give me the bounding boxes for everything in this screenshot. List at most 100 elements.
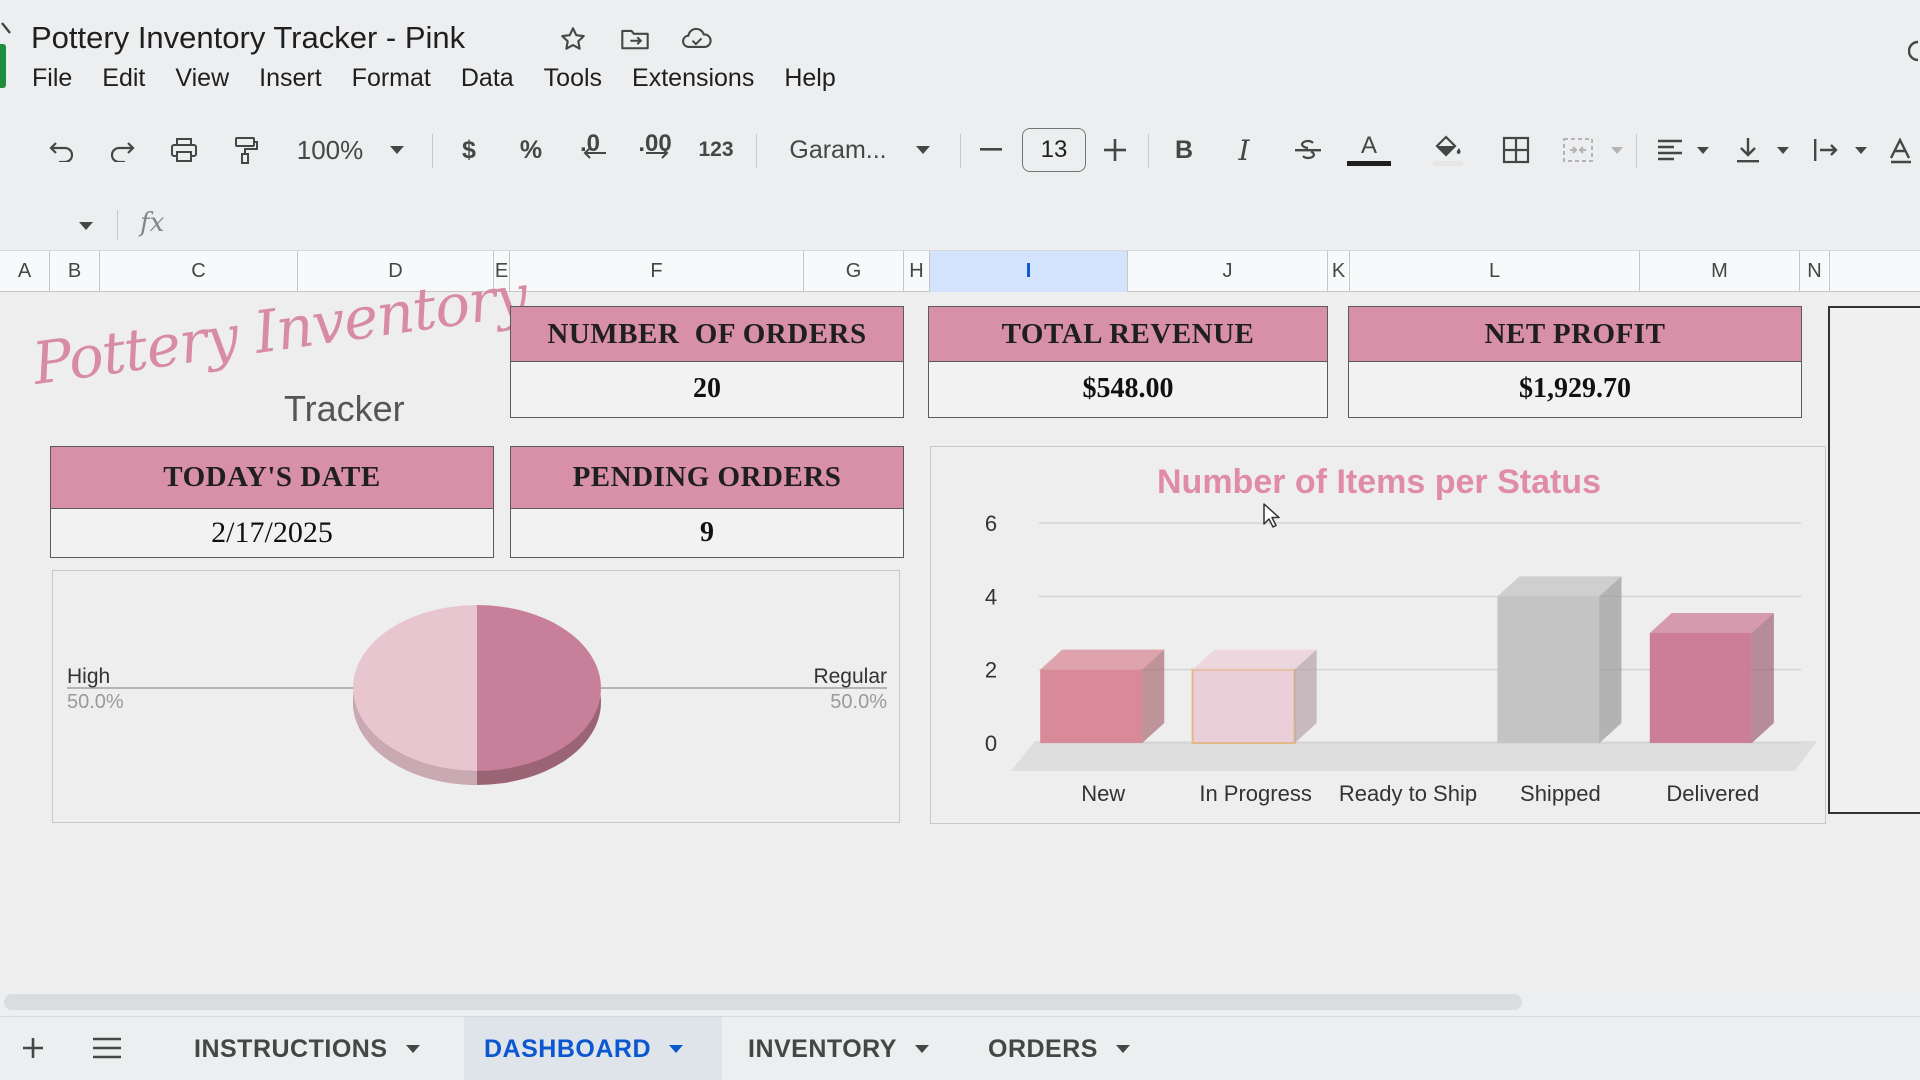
text-color-letter: A (1360, 132, 1377, 159)
status-bar-chart[interactable]: Number of Items per Status 0 2 4 6 New In Pr… (930, 446, 1826, 824)
logo-subtitle: Tracker (284, 388, 405, 429)
tab-instructions[interactable]: INSTRUCTIONS (174, 1017, 440, 1080)
pie-label-regular: Regular (813, 665, 887, 688)
menu-view[interactable]: View (175, 64, 229, 93)
menu-edit[interactable]: Edit (102, 64, 145, 93)
history-icon[interactable] (1907, 36, 1920, 66)
star-icon[interactable] (556, 22, 590, 56)
column-header-j[interactable]: J (1128, 251, 1328, 292)
bar-chart-title: Number of Items per Status (1157, 463, 1601, 501)
bar-new[interactable] (1040, 669, 1143, 743)
pie-slice-high[interactable] (353, 605, 477, 771)
tab-caret-icon[interactable] (405, 1045, 420, 1053)
kpi-revenue-value: $548.00 (1082, 373, 1174, 404)
column-header-a[interactable]: A (0, 251, 50, 292)
fill-color-icon[interactable] (1428, 122, 1468, 178)
align-caret-icon[interactable] (1692, 122, 1714, 178)
tracker-logo: Pottery Inventory Tracker (29, 261, 532, 430)
more-formats-button[interactable]: 123 (694, 122, 738, 178)
column-header-m[interactable]: M (1640, 251, 1800, 292)
valign-caret-icon[interactable] (1772, 122, 1794, 178)
menu-insert[interactable]: Insert (259, 64, 322, 93)
redo-icon[interactable] (102, 122, 142, 178)
currency-format-button[interactable]: $ (454, 122, 484, 178)
menu-data[interactable]: Data (461, 64, 514, 93)
bar-delivered[interactable] (1649, 633, 1752, 743)
font-family-select[interactable]: Garam... (782, 122, 894, 178)
column-header-k[interactable]: K (1328, 251, 1350, 292)
document-title[interactable]: Pottery Inventory Tracker - Pink (31, 20, 465, 56)
merge-cells-icon[interactable] (1558, 122, 1598, 178)
text-color-button[interactable]: A (1346, 122, 1392, 178)
tab-inventory[interactable]: INVENTORY (728, 1017, 949, 1080)
menu-format[interactable]: Format (352, 64, 431, 93)
print-icon[interactable] (164, 122, 204, 178)
bar-y-ticks: 0 2 4 6 (985, 511, 997, 756)
merge-caret-icon[interactable] (1604, 122, 1630, 178)
increase-font-size-icon[interactable] (1100, 122, 1130, 178)
arrow-right-icon (642, 138, 672, 168)
move-folder-icon[interactable] (618, 22, 652, 56)
tab-caret-icon[interactable] (914, 1045, 929, 1053)
tab-caret-icon[interactable] (1115, 1045, 1130, 1053)
bar-side-ready-to-ship (1447, 723, 1469, 743)
column-header-i[interactable]: I (930, 251, 1128, 292)
menu-help[interactable]: Help (784, 64, 835, 93)
name-box-caret-icon[interactable] (78, 218, 94, 236)
tab-caret-icon[interactable] (669, 1045, 683, 1053)
vertical-align-icon[interactable] (1730, 122, 1766, 178)
bar-in-progress[interactable] (1191, 668, 1296, 745)
bar-x-ticks: New In Progress Ready to Ship Shipped Delive… (1081, 781, 1759, 806)
sheet-grid[interactable]: Pottery Inventory Tracker NUMBER OF ORDE… (0, 261, 1920, 992)
tab-orders[interactable]: ORDERS (968, 1017, 1150, 1080)
all-sheets-icon[interactable] (90, 1031, 124, 1065)
column-header-c[interactable]: C (100, 251, 298, 292)
bar-shipped[interactable] (1497, 596, 1600, 743)
bar-marks (1040, 576, 1774, 745)
bar-x-tick-ready-to-ship: Ready to Ship (1339, 781, 1477, 806)
kpi-date-value: 2/17/2025 (211, 515, 333, 549)
bar-y-tick-label: 6 (985, 511, 997, 536)
strikethrough-icon[interactable] (1290, 122, 1326, 178)
column-header-g[interactable]: G (804, 251, 904, 292)
horizontal-align-icon[interactable] (1652, 122, 1688, 178)
text-rotation-icon[interactable] (1886, 122, 1916, 178)
zoom-select[interactable]: 100% (290, 122, 370, 178)
tab-dashboard[interactable]: DASHBOARD (464, 1017, 722, 1080)
wrap-caret-icon[interactable] (1850, 122, 1872, 178)
decrease-font-size-icon[interactable] (976, 122, 1006, 178)
borders-icon[interactable] (1496, 122, 1536, 178)
search-menus-icon[interactable] (0, 0, 14, 56)
kpi-pending-label: PENDING ORDERS (511, 447, 903, 509)
kpi-date: TODAY'S DATE 2/17/2025 (50, 446, 494, 558)
paint-format-icon[interactable] (226, 122, 266, 178)
undo-icon[interactable] (42, 122, 82, 178)
horizontal-scrollbar[interactable] (4, 994, 1522, 1010)
zoom-caret-icon[interactable] (384, 122, 410, 178)
bold-button[interactable]: B (1168, 122, 1200, 178)
kpi-revenue-label: TOTAL REVENUE (929, 307, 1327, 362)
add-sheet-icon[interactable] (16, 1031, 50, 1065)
menu-extensions[interactable]: Extensions (632, 64, 754, 93)
text-wrap-icon[interactable] (1808, 122, 1844, 178)
pie-slice-regular[interactable] (477, 605, 601, 771)
column-header-h[interactable]: H (904, 251, 930, 292)
arrow-left-icon (580, 138, 610, 168)
column-header-n[interactable]: N (1800, 251, 1830, 292)
pie-percent-high: 50.0% (67, 691, 124, 713)
column-header-l[interactable]: L (1350, 251, 1640, 292)
cloud-status-icon[interactable] (680, 22, 714, 56)
menu-file[interactable]: File (32, 64, 72, 93)
font-size-input[interactable]: 13 (1022, 128, 1086, 172)
menu-tools[interactable]: Tools (544, 64, 602, 93)
font-caret-icon[interactable] (910, 122, 936, 178)
bar-x-tick-delivered: Delivered (1666, 781, 1759, 806)
percent-format-button[interactable]: % (514, 122, 548, 178)
priority-pie-chart[interactable]: High 50.0% Regular 50.0% (52, 570, 900, 823)
kpi-orders-value: 20 (693, 373, 721, 404)
italic-button[interactable]: I (1228, 122, 1260, 178)
column-header-f[interactable]: F (510, 251, 804, 292)
column-header-b[interactable]: B (50, 251, 100, 292)
priority-pie-svg: High 50.0% Regular 50.0% (67, 605, 887, 785)
kpi-pending: PENDING ORDERS 9 (510, 446, 904, 558)
